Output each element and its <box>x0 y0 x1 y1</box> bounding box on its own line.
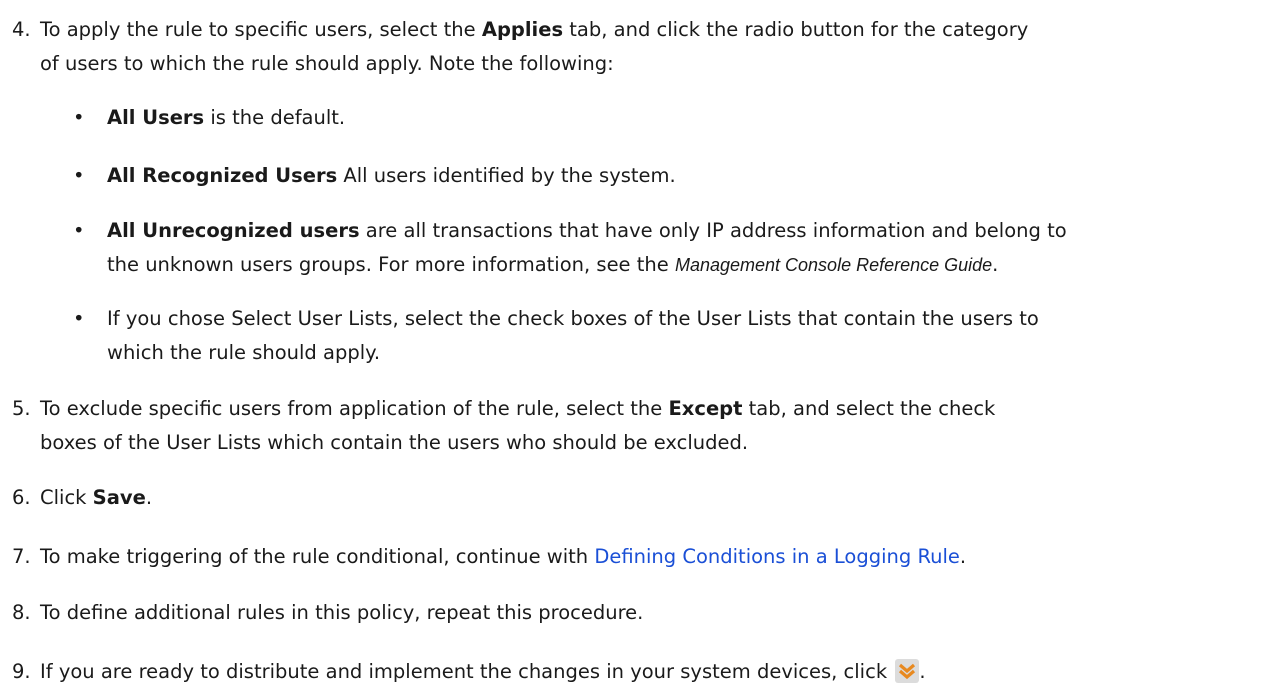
step-text: Click Save. <box>40 481 1255 515</box>
step-text-part: tab, and select the check <box>742 397 996 420</box>
bullet-text-part: . <box>992 253 999 276</box>
step-text-part: boxes of the User Lists which contain th… <box>40 431 749 454</box>
step-text: To make triggering of the rule condition… <box>40 540 1255 574</box>
bullet-text-part: All users identified by the system. <box>337 164 676 187</box>
ui-term-applies: Applies <box>481 18 564 41</box>
step-number: 9. <box>12 660 31 683</box>
bullet-text: All Recognized Users All users identifie… <box>107 159 1257 193</box>
ui-term-except: Except <box>668 397 743 420</box>
bullet-dot: • <box>73 164 85 187</box>
bullet-dot: • <box>73 307 85 330</box>
defining-conditions-link[interactable]: Defining Conditions in a Logging Rule <box>594 545 960 568</box>
bullet-dot: • <box>73 106 85 129</box>
step-number: 8. <box>12 601 31 624</box>
reference-guide-title: Management Console Reference Guide <box>674 255 993 275</box>
ui-term: All Users <box>107 106 205 129</box>
step-number: 5. <box>12 397 31 420</box>
step-text-part: If you are ready to distribute and imple… <box>40 660 894 683</box>
bullet-text-part: the unknown users groups. For more infor… <box>107 253 675 276</box>
bullet-text-part: which the rule should apply. <box>107 341 381 364</box>
step-text: To apply the rule to specific users, sel… <box>40 13 1255 81</box>
step-text-part: To apply the rule to specific users, sel… <box>40 18 482 41</box>
step-text: If you are ready to distribute and imple… <box>40 655 1255 689</box>
step-text: To define additional rules in this polic… <box>40 601 644 624</box>
ui-term-save: Save <box>92 486 146 509</box>
bullet-text-part: is the default. <box>204 106 346 129</box>
step-text-part: of users to which the rule should apply.… <box>40 52 614 75</box>
step-text-part: . <box>959 545 967 568</box>
distribute-changes-icon <box>895 659 920 683</box>
step-text-part: . <box>919 660 926 683</box>
document-page: 4. To apply the rule to specific users, … <box>0 0 1261 697</box>
bullet-text: All Users is the default. <box>107 101 1257 135</box>
step-text-part: To make triggering of the rule condition… <box>40 545 595 568</box>
ui-term: All Recognized Users <box>107 164 338 187</box>
step-text-part: Click <box>40 486 93 509</box>
step-text-part: tab, and click the radio button for the … <box>563 18 1029 41</box>
ui-term: All Unrecognized users <box>107 219 360 242</box>
step-text-part: . <box>145 486 153 509</box>
step-number: 4. <box>12 18 31 41</box>
step-number: 7. <box>12 545 31 568</box>
bullet-text: All Unrecognized users are all transacti… <box>107 214 1257 282</box>
step-text-part: To exclude specific users from applicati… <box>40 397 669 420</box>
bullet-dot: • <box>73 219 85 242</box>
bullet-text: If you chose Select User Lists, select t… <box>107 302 1257 370</box>
bullet-text-part: are all transactions that have only IP a… <box>359 219 1067 242</box>
step-number: 6. <box>12 486 31 509</box>
bullet-text-part: If you chose Select User Lists, select t… <box>107 307 1039 330</box>
step-text: To exclude specific users from applicati… <box>40 392 1255 460</box>
